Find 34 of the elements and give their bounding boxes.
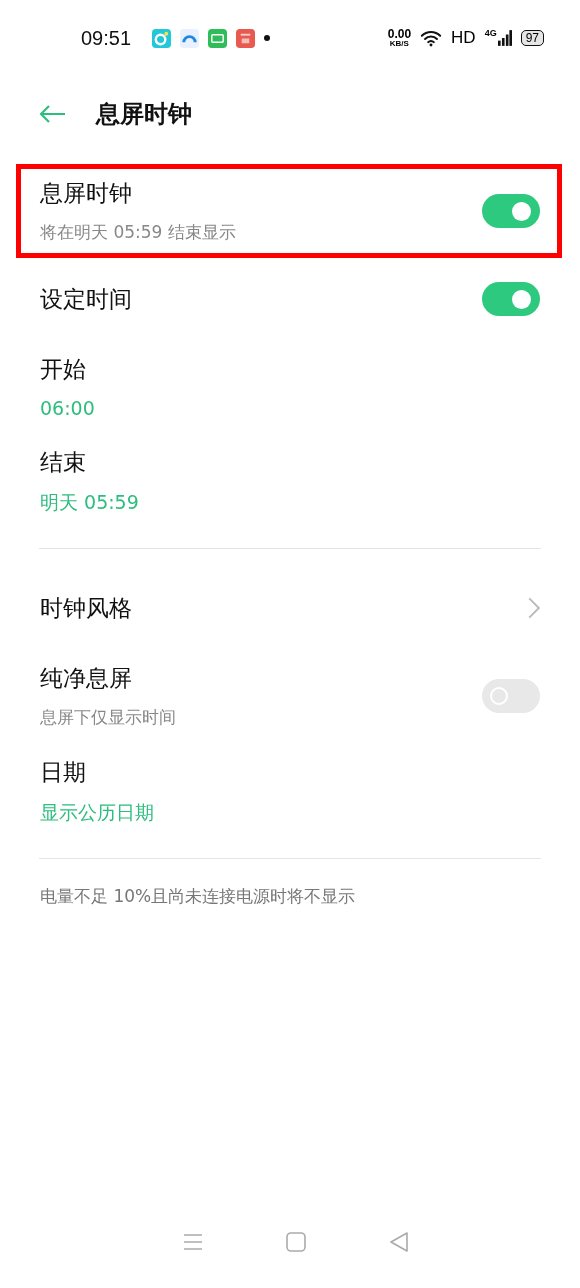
setting-title: 纯净息屏 [40,664,133,693]
toggle-switch[interactable] [482,282,540,316]
video-app-icon [208,28,228,48]
net-speed: 0.00 [387,28,412,40]
net-speed-unit: KB/S [389,40,409,48]
calendar-app-icon [236,28,256,48]
back-arrow-icon[interactable] [40,105,66,123]
setting-title[interactable]: 结束 [40,447,139,478]
menu-icon[interactable] [183,1232,204,1252]
network-type: 4G [484,28,497,38]
wifi-icon [420,29,443,47]
footnote: 电量不足 10%且尚未连接电源时将不显示 [39,885,357,908]
setting-description: 将在明天 05:59 结束显示 [40,221,236,244]
hd-label: HD [451,28,476,48]
setting-value: 06:00 [40,397,95,419]
setting-title[interactable]: 时钟风格 [40,592,132,624]
toggle-switch[interactable] [482,194,540,228]
status-time: 09:51 [81,26,132,50]
setting-title[interactable]: 日期 [40,757,154,788]
signal-icon [497,30,512,46]
page-title: 息屏时钟 [96,99,192,130]
setting-title[interactable]: 开始 [40,354,95,385]
camera-app-icon [152,28,172,48]
battery-level: 97 [520,30,544,46]
setting-value: 显示公历日期 [40,800,154,825]
cloud-app-icon [180,28,200,48]
notification-dot-icon [264,35,271,41]
setting-title: 息屏时钟 [40,179,133,208]
back-triangle-icon[interactable] [388,1232,409,1252]
chevron-right-icon [528,597,540,619]
setting-value: 明天 05:59 [40,490,139,515]
home-square-icon[interactable] [286,1232,306,1252]
setting-description: 息屏下仅显示时间 [40,706,176,729]
setting-title: 设定时间 [40,284,132,314]
